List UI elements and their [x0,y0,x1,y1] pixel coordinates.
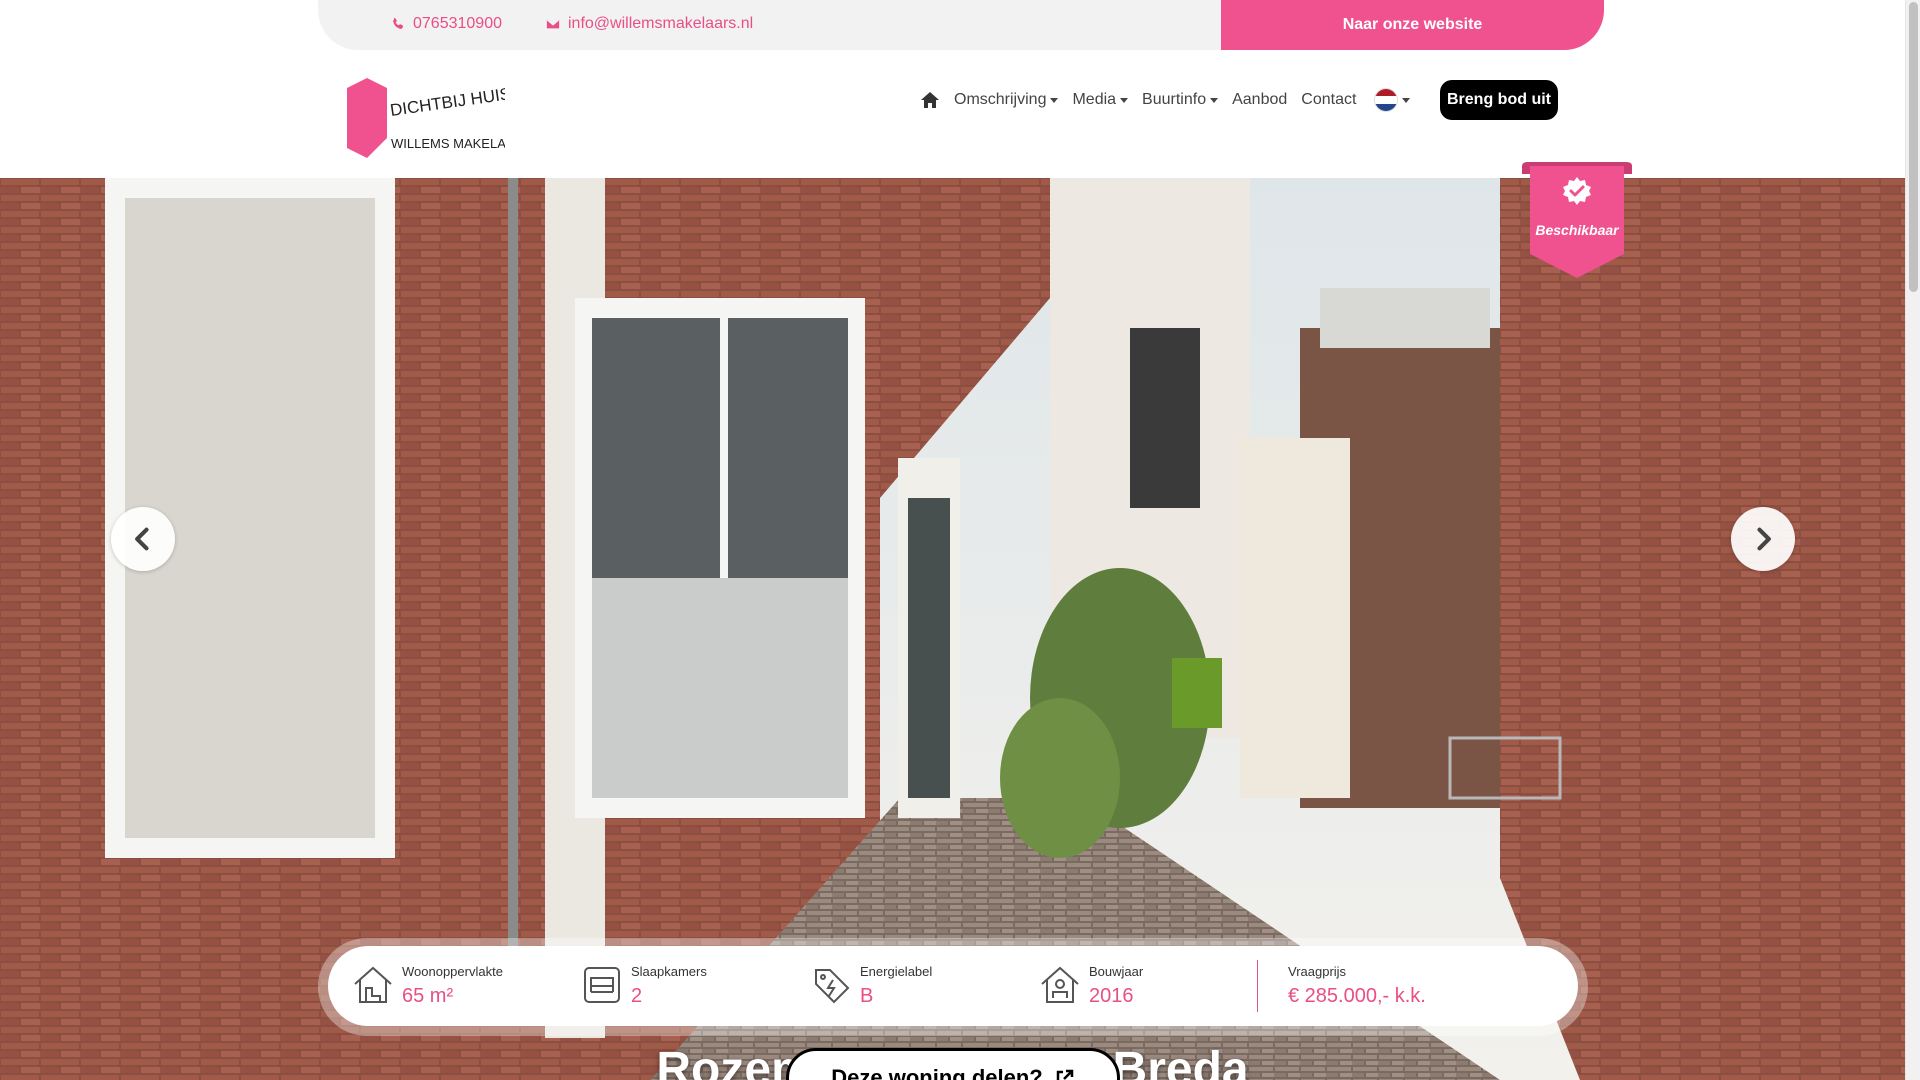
page-scrollbar[interactable] [1905,0,1920,1080]
stat-label: Slaapkamers [631,964,707,979]
page: 0765310900 info@willemsmakelaars.nl Naar… [0,0,1920,1080]
logo-house-shape [347,78,387,158]
logo: DICHTBIJ HUIS WILLEMS MAKELAARS [347,78,505,158]
nav-item-aanbod[interactable]: Aanbod [1232,91,1287,109]
stat-value: 2 [631,985,643,1007]
share-property-button[interactable]: Deze woning delen? [786,1048,1120,1080]
verified-check-icon [1563,177,1591,205]
stat-value: 2016 [1089,985,1134,1007]
nav-item-label: Buurtinfo [1142,91,1207,108]
chevron-left-icon [135,527,149,551]
nav-item-buurtinfo[interactable]: Buurtinfo [1142,91,1219,109]
carousel-prev-button[interactable] [111,507,175,571]
status-badge-label: Beschikbaar [1535,222,1619,238]
stat-value: € 285.000,- k.k. [1288,985,1426,1007]
stat-energy-label: Energielabel B [810,964,932,1008]
stat-asking-price: Vraagprijs € 285.000,- k.k. [1288,964,1426,1008]
share-button-label: Deze woning delen? [831,1065,1043,1080]
phone-number: 0765310900 [413,15,502,32]
stat-value: B [860,985,874,1007]
stats-divider [1257,960,1258,1012]
stat-value: 65 m² [402,985,454,1007]
nav-item-label: Media [1072,91,1117,108]
energy-label-icon [815,969,850,1004]
stat-label: Woonoppervlakte [402,964,503,979]
nav-item-label: Aanbod [1232,91,1288,108]
email-link[interactable]: info@willemsmakelaars.nl [546,15,753,33]
scrollbar-thumb[interactable] [1909,2,1918,292]
external-link-icon [1056,1069,1073,1080]
nav-item-contact[interactable]: Contact [1301,91,1356,109]
home-icon [921,92,939,108]
stat-label: Vraagprijs [1288,964,1347,979]
stat-label: Energielabel [860,964,933,979]
carousel-next-button[interactable] [1731,507,1795,571]
phone-icon [393,17,404,29]
nav-item-label: Contact [1301,91,1357,108]
house-build-year-icon [1041,966,1079,1003]
stat-label: Bouwjaar [1089,964,1144,979]
caret-down-icon [1050,97,1059,103]
nav-item-omschrijving[interactable]: Omschrijving [954,91,1059,109]
chevron-right-icon [1757,527,1771,551]
nav-item-media[interactable]: Media [1072,91,1129,109]
caret-down-icon [1210,97,1219,103]
property-stats-bar: Woonoppervlakte 65 m² Slaapkamers 2 Ener… [328,946,1578,1026]
nav-home[interactable] [920,90,940,110]
stat-build-year: Bouwjaar 2016 [1039,964,1143,1008]
caret-down-icon [1120,97,1129,103]
top-contact-bar: 0765310900 info@willemsmakelaars.nl Naar… [318,0,1604,50]
bed-icon [584,967,620,1003]
stat-bedrooms: Slaapkamers 2 [581,964,707,1008]
phone-link[interactable]: 0765310900 [391,15,502,33]
logo-line1: DICHTBIJ HUIS [389,84,505,120]
main-nav: Omschrijving Media Buurtinfo Aanbod Cont… [920,80,1424,120]
nav-item-label: Omschrijving [954,91,1047,108]
envelope-icon [546,19,560,29]
status-badge: Beschikbaar [1518,162,1636,278]
website-button[interactable]: Naar onze website [1221,0,1604,50]
caret-down-icon [1402,97,1411,103]
email-address: info@willemsmakelaars.nl [568,15,754,32]
bid-button[interactable]: Breng bod uit [1440,80,1558,120]
stat-living-area: Woonoppervlakte 65 m² [352,964,503,1008]
language-selector[interactable] [1374,88,1411,112]
living-area-icon [354,966,392,1003]
dutch-flag-icon [1374,88,1399,112]
logo-line2: WILLEMS MAKELAARS [391,136,505,151]
